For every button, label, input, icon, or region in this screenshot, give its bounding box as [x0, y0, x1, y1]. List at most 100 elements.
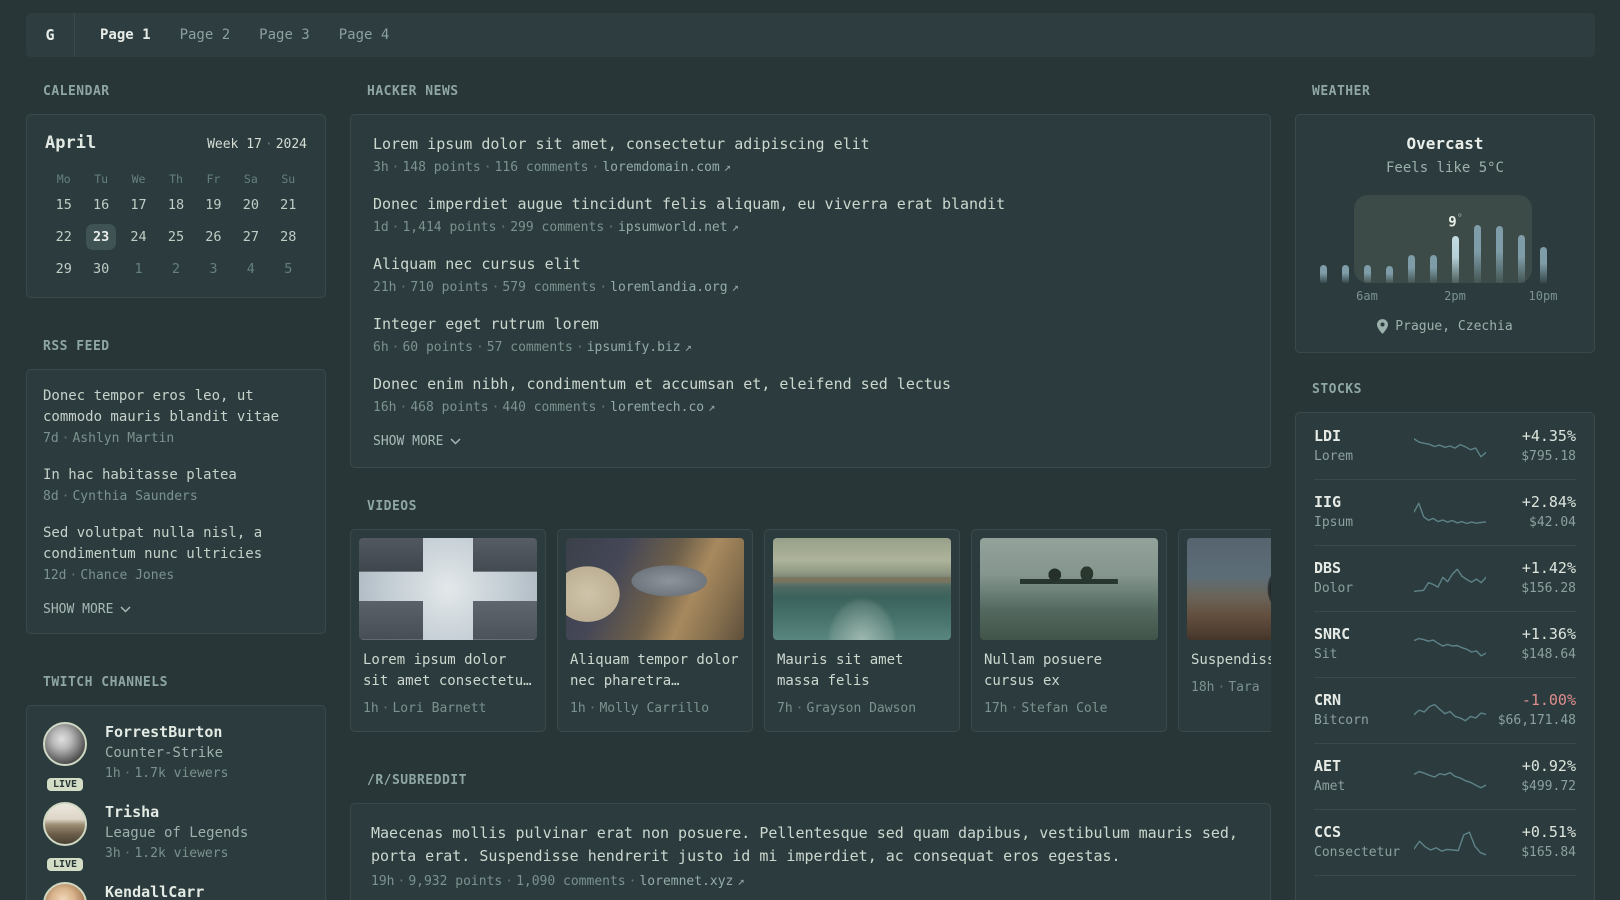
hn-item-link[interactable]: loremlandia.org [610, 280, 727, 295]
stock-values: +1.36% $148.64 [1486, 624, 1576, 665]
rss-show-more-button[interactable]: SHOW MORE [43, 602, 309, 617]
calendar-day-header: Su [281, 172, 296, 186]
stock-row[interactable]: SNRC Sit +1.36% $148.64 [1314, 611, 1576, 677]
reddit-post-link[interactable]: loremnet.xyz [639, 874, 733, 889]
weather-bar [1408, 255, 1415, 283]
stock-id: LDI Lorem [1314, 426, 1414, 467]
rss-item: Donec tempor eros leo, ut commodo mauris… [43, 386, 309, 449]
hn-item-link[interactable]: ipsumworld.net [618, 220, 728, 235]
stock-id: SNRC Sit [1314, 624, 1414, 665]
video-title[interactable]: Mauris sit amet massa felis [777, 650, 947, 692]
stock-row[interactable]: CCS Consectetur +0.51% $165.84 [1314, 809, 1576, 875]
stock-row[interactable]: IIG Ipsum +2.84% $42.04 [1314, 479, 1576, 545]
right-column: WEATHER Overcast Feels like 5°C 9° 6am 2… [1295, 85, 1595, 900]
video-thumbnail[interactable] [566, 538, 744, 640]
channel-name[interactable]: KendallCarr [105, 882, 204, 900]
weather-section-title: WEATHER [1312, 84, 1371, 99]
hn-item-comments: 579 comments [502, 280, 597, 295]
rss-section-title: RSS FEED [43, 339, 110, 354]
hn-item-comments: 299 comments [510, 220, 605, 235]
stock-sparkline [1414, 567, 1486, 592]
twitch-channel-row[interactable]: LIVE ForrestBurton Counter-Strike 1h · 1.7k v… [43, 722, 309, 791]
hn-item-title[interactable]: Integer eget rutrum lorem [373, 313, 1248, 335]
reddit-post-comments: 1,090 comments [516, 874, 626, 889]
calendar-week-label: Week 17 [207, 137, 262, 152]
stock-row[interactable]: LDI Lorem +4.35% $795.18 [1314, 413, 1576, 479]
hn-item: Donec enim nibh, condimentum et accumsan… [373, 373, 1248, 418]
video-title[interactable]: Nullam posuere cursus ex [984, 650, 1154, 692]
separator-dot: · [123, 766, 132, 781]
logo-g[interactable]: G [26, 13, 74, 57]
stock-row[interactable]: AET Amet +0.92% $499.72 [1314, 743, 1576, 809]
weather-time-labels: 6am 2pm 10pm [1320, 289, 1557, 305]
rss-item-title[interactable]: Sed volutpat nulla nisl, a condimentum n… [43, 523, 309, 565]
weather-time-label: 10pm [1528, 289, 1558, 303]
stock-symbol: DBS [1314, 559, 1342, 577]
hn-item-title[interactable]: Donec imperdiet augue tincidunt felis al… [373, 193, 1248, 215]
tab-page-3[interactable]: Page 3 [259, 13, 310, 57]
stock-name: Sit [1314, 647, 1338, 662]
stock-values: +0.51% $165.84 [1486, 822, 1576, 863]
stock-row[interactable]: DBS Dolor +1.42% $156.28 [1314, 545, 1576, 611]
stock-name: Consectetur [1314, 845, 1401, 860]
hn-item-link[interactable]: loremdomain.com [602, 160, 719, 175]
stock-row[interactable]: AHS+0.46% [1314, 875, 1576, 900]
reddit-post-title[interactable]: Maecenas mollis pulvinar erat non posuer… [371, 822, 1250, 868]
left-column: CALENDAR April Week 17 · 2024 Mo Tu We Th Fr Sa… [26, 85, 326, 900]
reddit-section-title: /R/SUBREDDIT [367, 773, 467, 788]
stock-price: $156.28 [1521, 581, 1576, 596]
videos-row: Lorem ipsum dolor sit amet consectetur a… [350, 529, 1271, 732]
hn-item-link[interactable]: loremtech.co [610, 400, 704, 415]
video-title[interactable]: Suspendisse diam [1191, 650, 1271, 671]
tab-page-2[interactable]: Page 2 [180, 13, 231, 57]
rss-item-meta: 12d · Chance Jones [43, 565, 309, 586]
rss-item-title[interactable]: In hac habitasse platea [43, 465, 309, 486]
reddit-post-meta: 19h · 9,932 points · 1,090 comments · loremnet… [371, 871, 1250, 892]
stock-change: +1.36% [1521, 625, 1576, 643]
video-card[interactable]: Suspendisse diam 18h·Tara [1178, 529, 1271, 732]
channel-name[interactable]: ForrestBurton [105, 722, 228, 743]
separator-dot: · [795, 701, 804, 716]
video-card[interactable]: Nullam posuere cursus ex 17h · Stefan Cole [971, 529, 1167, 732]
hn-item-title[interactable]: Donec enim nibh, condimentum et accumsan… [373, 373, 1248, 395]
videos-section-title: VIDEOS [367, 499, 417, 514]
channel-viewers: 1.7k viewers [134, 766, 229, 781]
video-thumbnail[interactable] [359, 538, 537, 640]
calendar-day: 4 [246, 261, 255, 277]
hn-show-more-button[interactable]: SHOW MORE [373, 434, 1248, 449]
stock-row[interactable]: CRN Bitcorn -1.00% $66,171.48 [1314, 677, 1576, 743]
separator-dot: · [588, 701, 597, 716]
tab-page-4[interactable]: Page 4 [339, 13, 390, 57]
rss-item-meta: 7d · Ashlyn Martin [43, 428, 309, 449]
video-title[interactable]: Lorem ipsum dolor sit amet consectetur a… [363, 650, 533, 692]
tab-page-1[interactable]: Page 1 [100, 13, 151, 57]
hn-item-age: 6h [373, 340, 389, 355]
rss-item-title[interactable]: Donec tempor eros leo, ut commodo mauris… [43, 386, 309, 428]
hn-item-age: 16h [373, 400, 397, 415]
hn-item-title[interactable]: Aliquam nec cursus elit [373, 253, 1248, 275]
video-thumbnail[interactable] [773, 538, 951, 640]
channel-name[interactable]: Trisha [105, 802, 248, 823]
nav-divider [74, 13, 75, 57]
twitch-section-title: TWITCH CHANNELS [43, 675, 168, 690]
hn-item-age: 3h [373, 160, 389, 175]
hn-item-title[interactable]: Lorem ipsum dolor sit amet, consectetur … [373, 133, 1248, 155]
calendar-section-title: CALENDAR [43, 84, 110, 99]
channel-info: ForrestBurton Counter-Strike 1h · 1.7k viewe… [105, 722, 228, 784]
video-card[interactable]: Mauris sit amet massa felis 7h · Grayson Da… [764, 529, 960, 732]
twitch-channel-row[interactable]: LIVE Trisha League of Legends 3h · 1.2k viewe… [43, 802, 309, 871]
video-channel: Grayson Dawson [806, 701, 917, 716]
dashboard-page: G Page 1 Page 2 Page 3 Page 4 CALENDAR Apri… [0, 0, 1620, 900]
video-card[interactable]: Lorem ipsum dolor sit amet consectetur a… [350, 529, 546, 732]
video-card[interactable]: Aliquam tempor dolor nec pharetra suscip… [557, 529, 753, 732]
stock-name: Dolor [1314, 581, 1354, 596]
separator-dot: · [599, 400, 608, 415]
rss-card: Donec tempor eros leo, ut commodo mauris… [26, 369, 326, 634]
twitch-channel-row[interactable]: KendallCarr [43, 882, 309, 900]
channel-uptime: 3h [105, 846, 121, 861]
video-thumbnail[interactable] [1187, 538, 1271, 640]
hn-item-link[interactable]: ipsumify.biz [587, 340, 681, 355]
video-title[interactable]: Aliquam tempor dolor nec pharetra suscip… [570, 650, 740, 692]
video-thumbnail[interactable] [980, 538, 1158, 640]
stocks-section: STOCKS LDI Lorem +4.35% $795.18 IIG Ipsum +2.8… [1295, 383, 1595, 900]
